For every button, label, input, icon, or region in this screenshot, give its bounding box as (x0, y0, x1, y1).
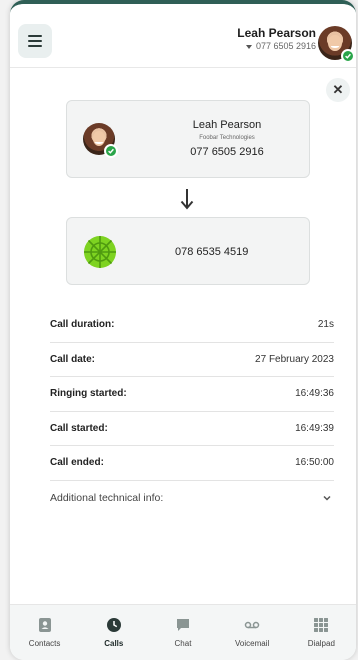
nav-label: Calls (104, 639, 124, 648)
company-logo-icon (84, 236, 116, 268)
callee-card: 078 6535 4519 (66, 217, 310, 285)
user-name: Leah Pearson (237, 26, 316, 40)
chevron-down-icon (323, 495, 331, 501)
callee-number: 078 6535 4519 (175, 246, 249, 258)
caller-company: Foobar Technologies (199, 135, 255, 141)
detail-label: Call started: (50, 422, 108, 434)
caller-avatar (83, 123, 118, 158)
detail-label: Call duration: (50, 319, 115, 331)
detail-label: Call ended: (50, 457, 104, 469)
nav-calls[interactable]: Calls (84, 617, 144, 648)
chat-icon (176, 619, 189, 631)
clock-icon (106, 618, 121, 632)
detail-label: Ringing started: (50, 388, 127, 400)
nav-label: Chat (174, 639, 192, 648)
nav-label: Contacts (28, 639, 61, 648)
arrow-down-icon (180, 189, 194, 210)
nav-dialpad[interactable]: Dialpad (291, 617, 351, 648)
nav-label: Voicemail (235, 639, 270, 648)
user-phone-selector[interactable]: 077 6505 2916 (237, 40, 316, 52)
voicemail-icon (244, 621, 260, 629)
technical-info-toggle[interactable]: Additional technical info: (50, 481, 334, 516)
close-button[interactable]: ✕ (326, 78, 350, 102)
caller-name: Leah Pearson (192, 119, 262, 131)
detail-row: Call duration: 21s (50, 308, 334, 343)
online-status-icon (341, 49, 355, 63)
caller-number: 077 6505 2916 (190, 146, 264, 158)
detail-value: 16:49:36 (295, 388, 334, 400)
contacts-icon (38, 618, 51, 632)
nav-contacts[interactable]: Contacts (15, 617, 75, 648)
caret-down-icon (245, 44, 252, 49)
detail-row: Call date: 27 February 2023 (50, 343, 334, 377)
online-status-icon (104, 144, 118, 158)
technical-info-label: Additional technical info: (50, 491, 164, 504)
detail-value: 27 February 2023 (255, 353, 334, 365)
caller-card: Leah Pearson Foobar Technologies 077 650… (66, 100, 310, 178)
current-user[interactable]: Leah Pearson 077 6505 2916 (237, 26, 316, 52)
app-window: Leah Pearson 077 6505 2916 ✕ Leah Pearso… (10, 0, 356, 660)
hamburger-menu-icon (28, 35, 42, 47)
menu-button[interactable] (18, 24, 52, 58)
detail-row: Call ended: 16:50:00 (50, 446, 334, 481)
detail-row: Ringing started: 16:49:36 (50, 377, 334, 412)
call-details: Call duration: 21s Call date: 27 Februar… (50, 308, 334, 515)
bottom-navigation: Contacts Calls Chat Voicemail Dialpad (10, 604, 356, 660)
nav-voicemail[interactable]: Voicemail (222, 617, 282, 648)
detail-value: 21s (317, 319, 334, 331)
user-phone: 077 6505 2916 (255, 41, 316, 51)
nav-label: Dialpad (307, 639, 335, 648)
nav-chat[interactable]: Chat (153, 617, 213, 648)
close-icon: ✕ (332, 82, 344, 97)
detail-value: 16:49:39 (295, 422, 334, 434)
dialpad-icon (314, 618, 329, 632)
detail-row: Call started: 16:49:39 (50, 412, 334, 446)
user-avatar[interactable] (318, 26, 355, 63)
detail-value: 16:50:00 (295, 457, 334, 469)
detail-label: Call date: (50, 353, 96, 365)
app-header: Leah Pearson 077 6505 2916 (10, 4, 356, 68)
